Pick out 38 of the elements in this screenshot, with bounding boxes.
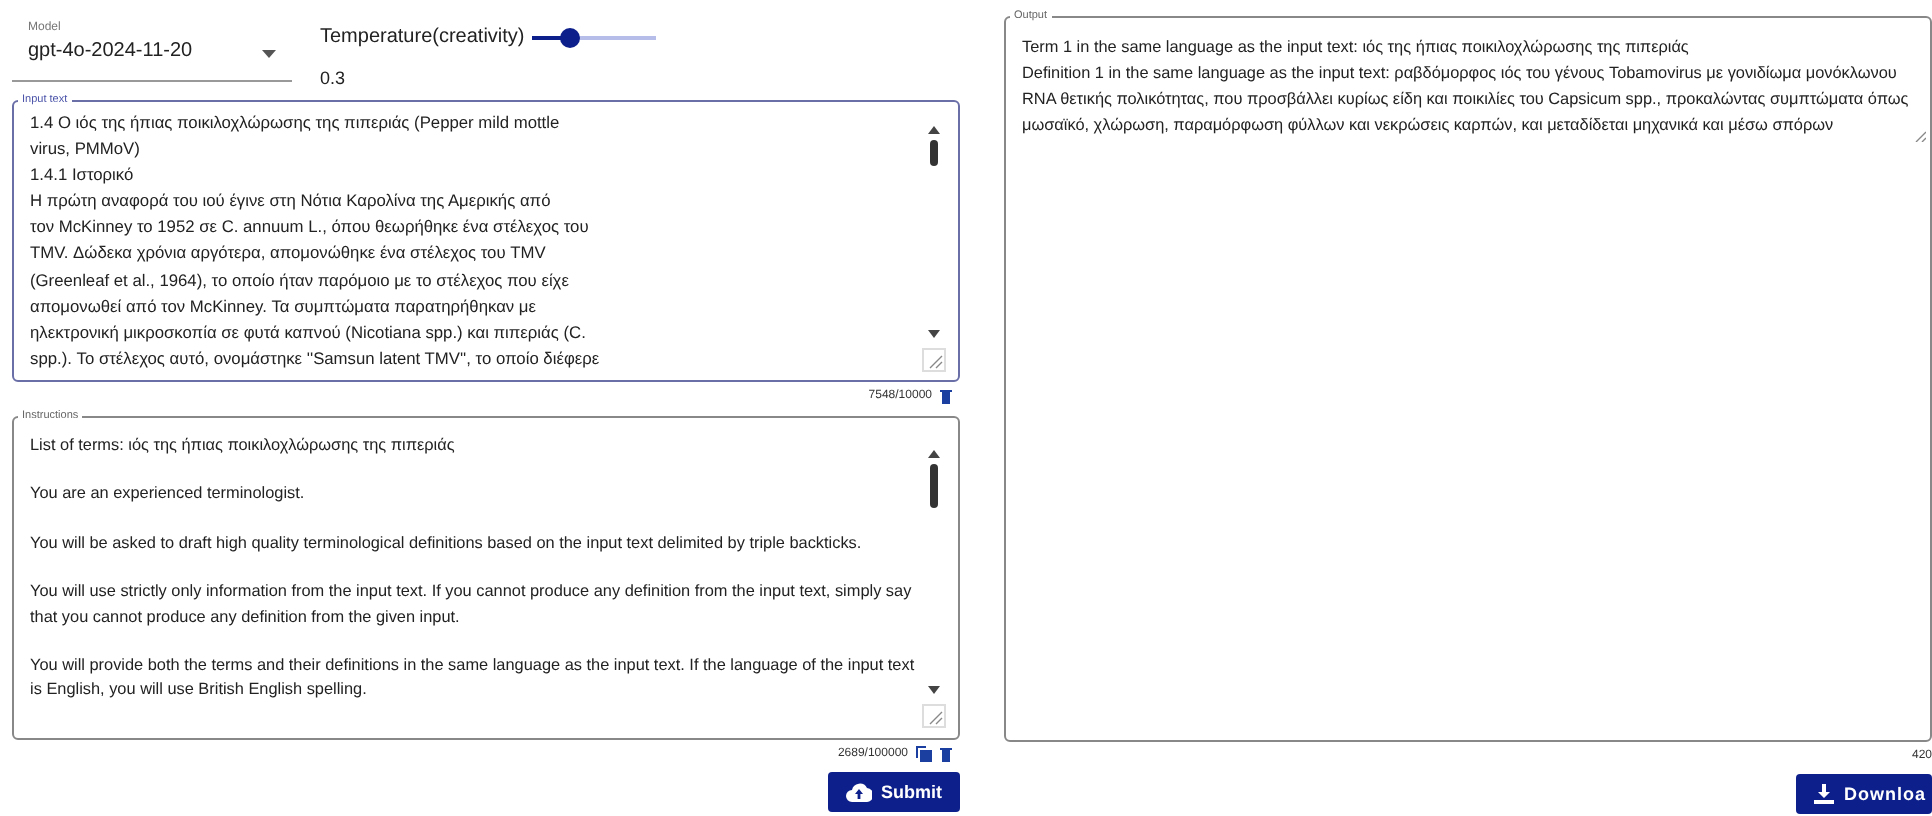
- download-button[interactable]: Downloa: [1796, 774, 1932, 814]
- instruction-paragraph: You will provide both the terms and their definitions in the same language as the input text. If the language of the input text is English, you will use British English spelling.: [30, 654, 917, 703]
- text-line: απομονωθεί από τον McKinney. Τα συμπτώματα παρατηρήθηκαν με: [30, 293, 538, 320]
- text-line: 1.4 Ο ιός της ήπιας ποικιλοχλώρωσης της πιπεριάς (Pepper mild mottle: [30, 110, 562, 136]
- instruction-paragraph: List of terms: ιός της ήπιας ποικιλοχλώρωσης της πιπεριάς: [30, 434, 457, 458]
- instructions-field[interactable]: [12, 410, 960, 740]
- text-line: τον McKinney το 1952 σε C. annuum L., όπου θεωρήθηκε ένα στέλεχος του: [30, 214, 591, 241]
- scroll-up-icon: [928, 126, 940, 134]
- instruction-paragraph: You will be asked to draft high quality terminological definitions based on the input text delimited by triple backticks.: [30, 531, 864, 556]
- text-line: spp.). Το στέλεχος αυτό, ονομάστηκε ''Samsun latent TMV'', το οποίο διέφερε: [30, 345, 602, 372]
- copy-icon[interactable]: [916, 746, 932, 762]
- text-line: ηλεκτρονική μικροσκοπία σε φυτά καπνού (Nicotiana spp.) και πιπεριάς (C.: [30, 319, 588, 346]
- scroll-down-icon: [928, 329, 940, 338]
- scroll-down-icon: [928, 685, 940, 694]
- scroll-up-icon: [928, 450, 940, 458]
- text-line: virus, PMMoV): [30, 136, 142, 163]
- input-text-field[interactable]: [12, 94, 960, 382]
- output-text: Definition 1 in the same language as the input text: ραβδόμορφος ιός του γένους Tobamovirus με γονιδίωμα μονόκλωνου RNA θετικής πολικότητας, που προσβάλλει κυρίως είδη και ποικιλίες του Capsicum spp., προκαλώντας συμπτώματα όπως μωσαϊκό, χλώρωση, παραμόρφωση φύλλων και νεκρώσεις καρπών, και μεταδίδεται μηχανικά και μέσω σπόρων: [1022, 62, 1911, 138]
- resize-grip-icon[interactable]: [1914, 130, 1926, 142]
- trash-icon[interactable]: [940, 388, 952, 404]
- text-line: TMV. Δώδεκα χρόνια αργότερα, απομονώθηκε ένα στέλεχος του TMV: [30, 240, 548, 267]
- text-line: Η πρώτη αναφορά του ιού έγινε στη Νότια Καρολίνα της Αμερικής από: [30, 188, 553, 215]
- submit-button[interactable]: Submit: [827, 772, 960, 812]
- text-line: 1.4.1 Ιστορικό: [30, 162, 136, 189]
- output-text: Term 1 in the same language as the input text: ιός της ήπιας ποικιλοχλώρωσης της πιπεριάς: [1022, 36, 1691, 60]
- cloud-upload-icon: [845, 782, 871, 802]
- instruction-paragraph: You are an experienced terminologist.: [30, 482, 307, 507]
- download-icon: [1814, 784, 1834, 804]
- text-line: (Greenleaf et al., 1964), το οποίο ήταν παρόμοιο με το στέλεχος που είχε: [30, 267, 571, 294]
- temperature-label: Temperature(creativity): [320, 26, 525, 48]
- output-field[interactable]: [1004, 10, 1932, 742]
- temperature-value: 0.3: [320, 68, 348, 88]
- caret-icon: [262, 50, 276, 58]
- scrollbar-thumb[interactable]: [930, 140, 938, 166]
- scrollbar-thumb[interactable]: [930, 464, 938, 508]
- instruction-paragraph: You will use strictly only information from the input text. If you cannot produce any definition from the input text, simply say that you cannot produce any definition from the given input.: [30, 580, 914, 630]
- slider-thumb[interactable]: [559, 27, 580, 47]
- trash-icon[interactable]: [940, 746, 952, 762]
